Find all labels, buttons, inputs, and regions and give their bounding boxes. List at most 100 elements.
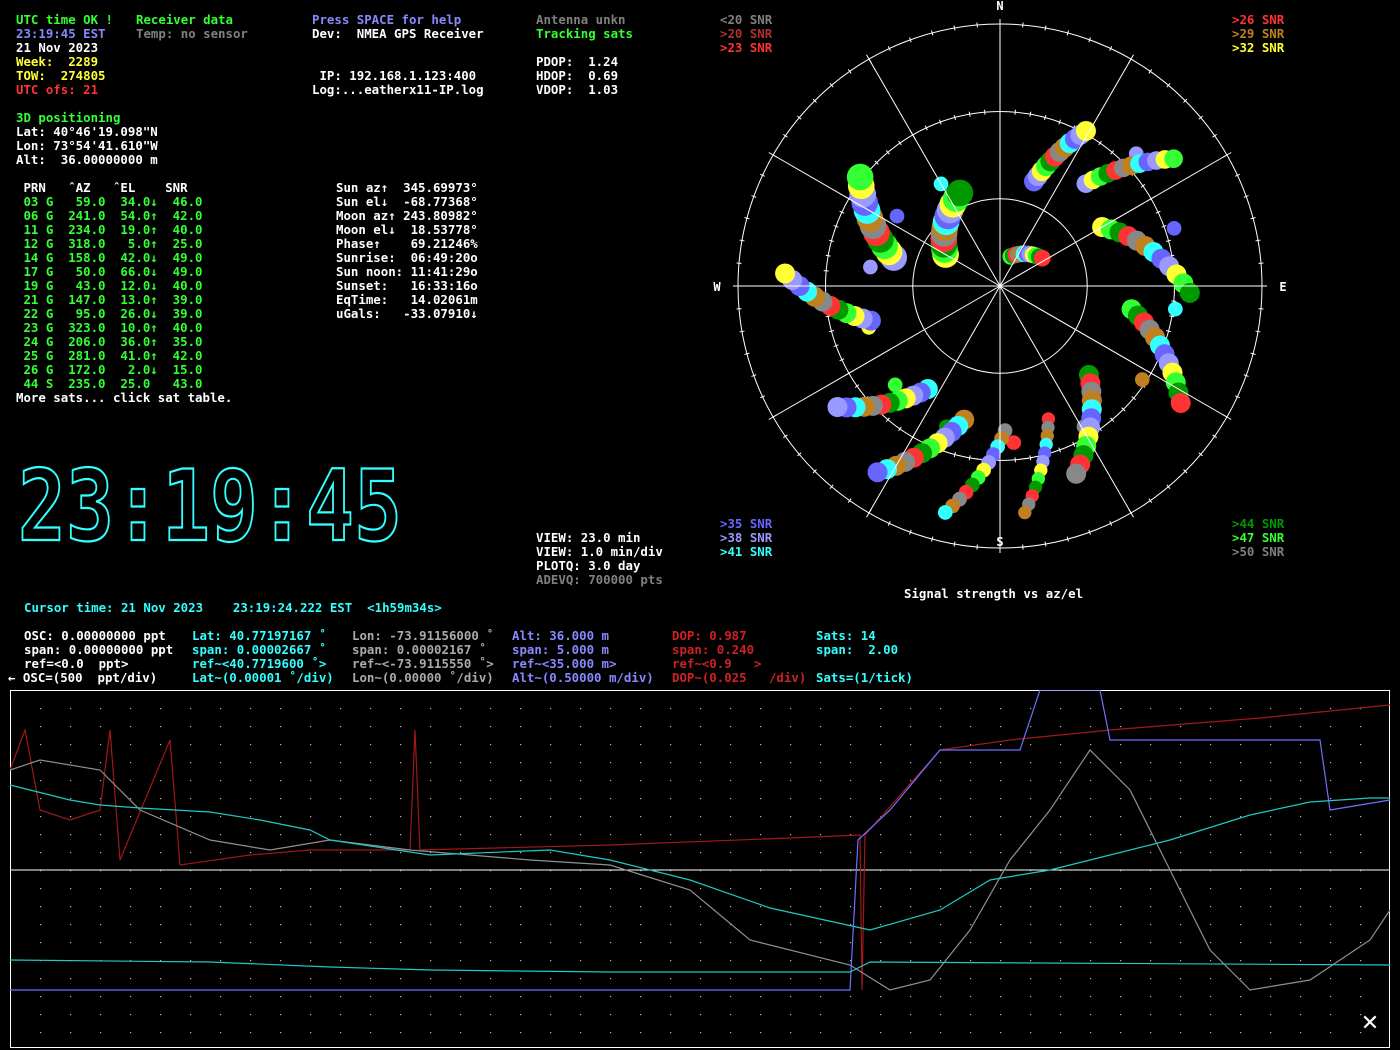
grid-dot: [820, 924, 822, 926]
strip-chart[interactable]: [10, 690, 1390, 1048]
grid-dot: [610, 834, 612, 836]
grid-dot: [40, 1014, 42, 1016]
grid-dot: [610, 924, 612, 926]
grid-dot: [280, 906, 282, 908]
grid-dot: [730, 906, 732, 908]
grid-dot: [1120, 816, 1122, 818]
osc-scale[interactable]: ← OSC=(500 ppt/div): [8, 671, 157, 685]
sat-row[interactable]: 21 G 147.0 13.0↑ 39.0: [16, 293, 202, 307]
alt-ref: ref~<35.000 m>: [512, 656, 617, 671]
grid-dot: [1000, 744, 1002, 746]
grid-dot: [280, 798, 282, 800]
gps-week: Week: 2289: [16, 54, 99, 69]
grid-dot: [400, 888, 402, 890]
grid-dot: [700, 816, 702, 818]
sat-row[interactable]: 17 G 50.0 66.0↓ 49.0: [16, 265, 202, 279]
grid-dot: [1240, 942, 1242, 944]
grid-dot: [1240, 708, 1242, 710]
grid-dot: [1060, 708, 1062, 710]
sat-row[interactable]: 14 G 158.0 42.0↓ 49.0: [16, 251, 202, 265]
sats-value: Sats: 14: [816, 628, 876, 643]
sat-row[interactable]: 24 G 206.0 36.0↑ 35.0: [16, 335, 202, 349]
more-sats-link[interactable]: More sats... click sat table.: [16, 391, 232, 405]
sats-scale[interactable]: Sats=(1/tick): [816, 671, 913, 685]
grid-dot: [880, 726, 882, 728]
grid-dot: [460, 708, 462, 710]
grid-dot: [640, 762, 642, 764]
grid-dot: [1060, 888, 1062, 890]
sat-row[interactable]: 22 G 95.0 26.0↓ 39.0: [16, 307, 202, 321]
help-hint[interactable]: Press SPACE for help: [312, 13, 461, 27]
grid-dot: [340, 708, 342, 710]
grid-dot: [1330, 978, 1332, 980]
grid-dot: [730, 780, 732, 782]
grid-dot: [400, 942, 402, 944]
grid-dot: [1090, 1014, 1092, 1016]
grid-dot: [40, 924, 42, 926]
grid-dot: [280, 888, 282, 890]
grid-dot: [580, 888, 582, 890]
grid-dot: [460, 978, 462, 980]
grid-dot: [970, 798, 972, 800]
grid-dot: [1000, 924, 1002, 926]
grid-dot: [400, 798, 402, 800]
dop-value: DOP: 0.987: [672, 628, 747, 643]
sat-row[interactable]: 06 G 241.0 54.0↑ 42.0: [16, 209, 202, 223]
sat-row[interactable]: 12 G 318.0 5.0↑ 25.0: [16, 237, 202, 251]
grid-dot: [790, 852, 792, 854]
grid-dot: [640, 888, 642, 890]
dop-scale[interactable]: DOP~(0.025 /div): [672, 671, 806, 685]
alt-span: span: 5.000 m: [512, 642, 609, 657]
grid-dot: [910, 924, 912, 926]
sat-row[interactable]: 03 G 59.0 34.0↓ 46.0: [16, 195, 202, 209]
lat-span: span: 0.00002667 ˚: [192, 642, 327, 657]
sat-row[interactable]: 25 G 281.0 41.0↑ 42.0: [16, 349, 202, 363]
sat-row[interactable]: 44 S 235.0 25.0 43.0: [16, 377, 202, 391]
grid-dot: [1210, 834, 1212, 836]
grid-dot: [250, 924, 252, 926]
grid-dot: [580, 852, 582, 854]
grid-dot: [1090, 924, 1092, 926]
grid-dot: [130, 888, 132, 890]
legend-snr-gt47: >47 SNR: [1232, 530, 1285, 545]
lon-scale[interactable]: Lon~(0.00000 ˚/div): [352, 671, 494, 685]
grid-dot: [1120, 960, 1122, 962]
grid-dot: [1000, 816, 1002, 818]
grid-dot: [670, 1032, 672, 1034]
sky-tick: [898, 140, 902, 146]
grid-dot: [580, 834, 582, 836]
grid-dot: [880, 960, 882, 962]
grid-dot: [190, 1032, 192, 1034]
antenna-status: Antenna unkn: [536, 12, 626, 27]
tracking-sats: Tracking sats: [536, 26, 633, 41]
grid-dot: [850, 1014, 852, 1016]
grid-dot: [1240, 834, 1242, 836]
grid-dot: [1240, 906, 1242, 908]
sat-row[interactable]: 23 G 323.0 10.0↑ 40.0: [16, 321, 202, 335]
grid-dot: [820, 978, 822, 980]
sat-row[interactable]: 26 G 172.0 2.0↓ 15.0: [16, 363, 202, 377]
grid-dot: [880, 744, 882, 746]
sat-row[interactable]: 19 G 43.0 12.0↓ 40.0: [16, 279, 202, 293]
lon-ref: ref~<-73.9115550 ˚>: [352, 656, 494, 671]
sky-track-dot: [889, 208, 905, 224]
grid-dot: [1210, 708, 1212, 710]
sat-row[interactable]: 11 G 234.0 19.0↑ 40.0: [16, 223, 202, 237]
legend-snr-gt20: >20 SNR: [720, 26, 773, 41]
lat-scale[interactable]: Lat~(0.00001 ˚/div): [192, 671, 334, 685]
grid-dot: [730, 996, 732, 998]
sky-track-dot: [867, 462, 888, 483]
grid-dot: [340, 960, 342, 962]
grid-dot: [460, 726, 462, 728]
astro-line: EqTime: 14.02061m: [336, 292, 478, 307]
alt-scale[interactable]: Alt~(0.50000 m/div): [512, 671, 654, 685]
grid-dot: [1210, 762, 1212, 764]
grid-dot: [160, 708, 162, 710]
sky-plot[interactable]: N S E W: [700, 0, 1300, 560]
grid-dot: [910, 744, 912, 746]
grid-dot: [340, 924, 342, 926]
grid-dot: [940, 726, 942, 728]
close-button[interactable]: ✕: [1358, 1012, 1382, 1036]
grid-dot: [1240, 1032, 1242, 1034]
grid-dot: [1120, 978, 1122, 980]
